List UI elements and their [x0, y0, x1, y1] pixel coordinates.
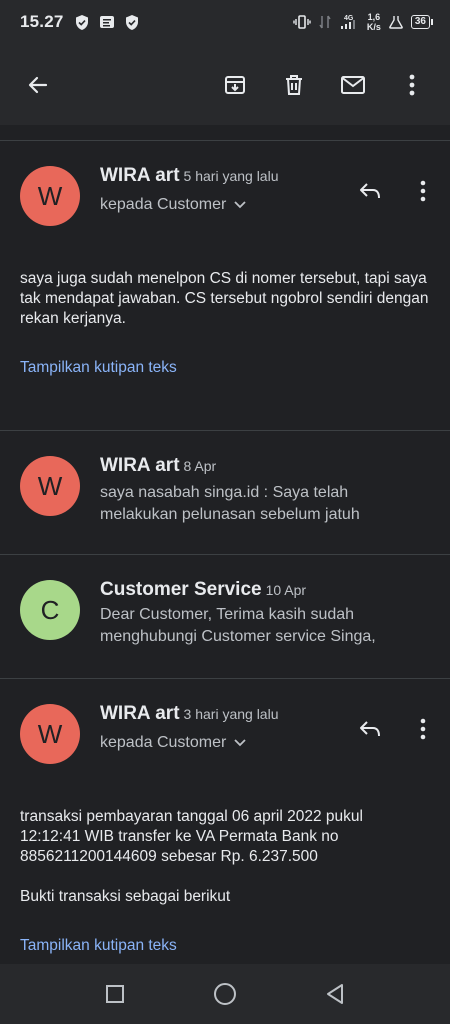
- recents-button[interactable]: [95, 974, 135, 1014]
- triangle-back-icon: [327, 984, 343, 1004]
- email-message-expanded: W WIRA art 3 hari yang lalu kepada Custom…: [0, 679, 450, 964]
- sender-name: Customer Service: [100, 579, 262, 600]
- speed-unit: K/s: [366, 22, 381, 32]
- snippet-line: menghubungi Customer service Singa,: [100, 628, 376, 645]
- status-notification-icons: [74, 14, 140, 31]
- status-time: 15.27: [20, 12, 64, 31]
- snippet-line: melakukan pelunasan sebelum jatuh: [100, 506, 360, 523]
- body-line: Bukti transaksi sebagai berikut: [20, 888, 231, 905]
- message-more-button[interactable]: [405, 711, 441, 747]
- body-line: transaksi pembayaran tanggal 06 april 20…: [20, 808, 363, 825]
- trash-icon: [286, 74, 302, 95]
- system-navigation-bar: [0, 964, 450, 1024]
- recipient-details-toggle[interactable]: kepada Customer: [100, 734, 246, 752]
- data-transfer-icon: [319, 15, 331, 29]
- sender-name: WIRA art: [100, 703, 180, 724]
- more-vertical-icon: [409, 74, 415, 95]
- message-body: saya juga sudah menelpon CS di nomer ter…: [20, 270, 429, 327]
- shield-icon: [75, 14, 88, 30]
- chevron-down-icon: [234, 201, 246, 209]
- message-date: 10 Apr: [265, 582, 307, 598]
- reply-button[interactable]: [352, 711, 388, 747]
- sender-line[interactable]: WIRA art 3 hari yang lalu: [100, 703, 278, 725]
- email-message-collapsed[interactable]: C Customer Service 10 Apr Dear Customer, …: [0, 555, 450, 678]
- sender-line: WIRA art 8 Apr: [100, 455, 216, 477]
- message-snippet: Dear Customer, Terima kasih sudah menghu…: [100, 604, 430, 648]
- recipient-details-toggle[interactable]: kepada Customer: [100, 196, 246, 214]
- sender-name: WIRA art: [100, 455, 180, 476]
- speed-value: 1,6: [367, 12, 381, 22]
- reply-button[interactable]: [352, 173, 388, 209]
- avatar-initial: W: [37, 718, 63, 749]
- recipient-label: kepada Customer: [100, 196, 227, 213]
- status-system-icons: 4G 4G 1,6 K/s 36: [293, 12, 434, 32]
- signal-icon: 4G: [340, 15, 355, 29]
- back-button[interactable]: [18, 65, 58, 105]
- avatar-initial: W: [37, 470, 63, 501]
- flask-icon: [389, 16, 403, 29]
- network-speed: 1,6 K/s: [367, 12, 381, 32]
- avatar[interactable]: W: [20, 166, 80, 226]
- snippet-line: saya nasabah singa.id : Saya telah: [100, 484, 349, 501]
- chevron-down-icon: [234, 739, 246, 747]
- avatar[interactable]: W: [20, 704, 80, 764]
- email-toolbar: [0, 44, 450, 125]
- mail-icon: [341, 75, 365, 94]
- circle-icon: [214, 983, 236, 1005]
- message-date: 5 hari yang lalu: [183, 168, 279, 184]
- more-vertical-icon: [420, 180, 426, 202]
- archive-button[interactable]: [215, 65, 255, 105]
- shield-check-icon: [125, 14, 138, 30]
- battery-indicator: 36: [410, 15, 434, 29]
- home-button[interactable]: [205, 974, 245, 1014]
- svg-text:4G: 4G: [344, 15, 354, 22]
- message-date: 3 hari yang lalu: [183, 706, 279, 722]
- delete-button[interactable]: [274, 65, 314, 105]
- body-line: 8856211200144609 sebesar Rp. 6.237.500: [20, 848, 318, 865]
- snippet-line: Dear Customer, Terima kasih sudah: [100, 606, 355, 623]
- system-back-button[interactable]: [315, 974, 355, 1014]
- message-snippet: saya nasabah singa.id : Saya telah melak…: [100, 482, 430, 526]
- email-message-expanded: W WIRA art 5 hari yang lalu kepada Custom…: [0, 141, 450, 430]
- show-quoted-text-link[interactable]: Tampilkan kutipan teks: [20, 359, 177, 377]
- sender-name: WIRA art: [100, 165, 180, 186]
- show-quoted-text-link[interactable]: Tampilkan kutipan teks: [20, 937, 177, 955]
- message-icon: [99, 16, 114, 28]
- vibrate-icon: [293, 15, 311, 29]
- reply-icon: [360, 183, 380, 199]
- message-more-button[interactable]: [405, 173, 441, 209]
- avatar[interactable]: W: [20, 456, 80, 516]
- status-bar: 15.27 4G 4G 1,6 K/s 36: [0, 0, 450, 44]
- avatar-initial: W: [37, 180, 63, 211]
- message-date: 8 Apr: [183, 458, 217, 474]
- avatar[interactable]: C: [20, 580, 80, 640]
- email-message-collapsed[interactable]: W WIRA art 8 Apr saya nasabah singa.id : …: [0, 431, 450, 554]
- more-vertical-icon: [420, 718, 426, 740]
- body-line: 12:12:41 WIB transfer ke VA Permata Bank…: [20, 828, 339, 845]
- message-body: transaksi pembayaran tanggal 06 april 20…: [20, 807, 435, 907]
- sender-line: Customer Service 10 Apr: [100, 579, 306, 601]
- square-icon: [106, 985, 124, 1003]
- avatar-initial: C: [40, 594, 60, 625]
- reply-icon: [360, 721, 380, 737]
- arrow-left-icon: [28, 76, 48, 93]
- more-options-button[interactable]: [392, 65, 432, 105]
- recipient-label: kepada Customer: [100, 734, 227, 751]
- archive-icon: [225, 75, 245, 94]
- mark-unread-button[interactable]: [333, 65, 373, 105]
- sender-line[interactable]: WIRA art 5 hari yang lalu: [100, 165, 278, 187]
